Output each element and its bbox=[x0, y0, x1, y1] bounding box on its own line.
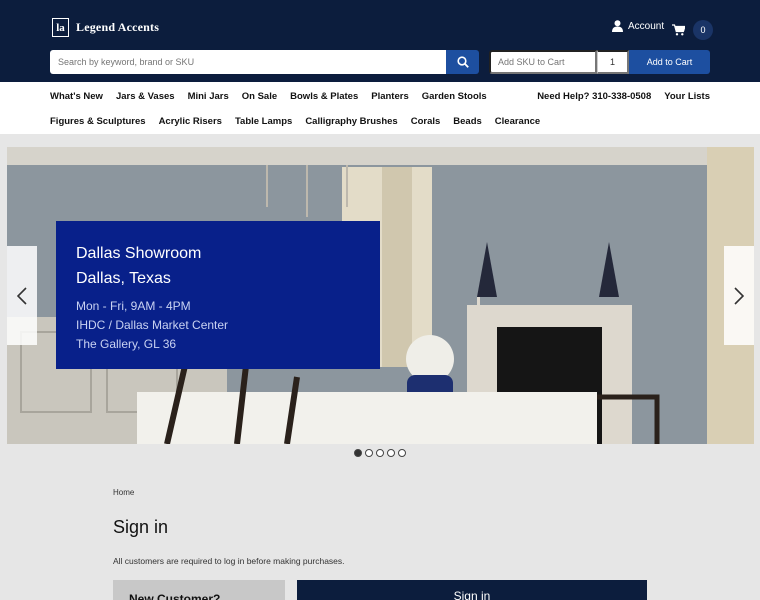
nav-item-whats-new[interactable]: What's New bbox=[50, 91, 103, 102]
carousel-dot-1[interactable] bbox=[354, 449, 362, 457]
nav-item-planters[interactable]: Planters bbox=[371, 91, 409, 102]
user-icon bbox=[612, 20, 623, 32]
category-nav: What's New Jars & Vases Mini Jars On Sal… bbox=[0, 82, 760, 134]
carousel-prev-button[interactable] bbox=[7, 246, 37, 345]
cart-button[interactable]: 0 bbox=[672, 20, 713, 40]
carousel-dot-4[interactable] bbox=[387, 449, 395, 457]
showroom-name: Dallas Showroom bbox=[76, 245, 202, 262]
logo-mark: la bbox=[52, 18, 69, 37]
quantity-input[interactable] bbox=[597, 50, 629, 74]
carousel-dot-3[interactable] bbox=[376, 449, 384, 457]
brand-name: Legend Accents bbox=[76, 20, 160, 34]
nav-row-1: What's New Jars & Vases Mini Jars On Sal… bbox=[50, 91, 487, 102]
chevron-right-icon bbox=[734, 286, 744, 305]
nav-item-on-sale[interactable]: On Sale bbox=[242, 91, 277, 102]
nav-item-beads[interactable]: Beads bbox=[453, 116, 482, 127]
cart-count-badge: 0 bbox=[693, 20, 713, 40]
showroom-location: The Gallery, GL 36 bbox=[76, 337, 177, 351]
help-phone-link[interactable]: Need Help? 310-338-0508 bbox=[537, 91, 651, 102]
sku-input[interactable] bbox=[489, 50, 597, 74]
signin-panel[interactable]: Sign in bbox=[297, 580, 647, 600]
showroom-venue: IHDC / Dallas Market Center bbox=[76, 318, 229, 332]
search-button[interactable] bbox=[446, 50, 479, 74]
cart-icon bbox=[672, 24, 685, 36]
top-header: la Legend Accents Account 0 Add to Cart bbox=[0, 0, 760, 82]
showroom-card: Dallas Showroom Dallas, Texas Mon - Fri,… bbox=[56, 221, 380, 369]
breadcrumb-home[interactable]: Home bbox=[113, 488, 134, 497]
nav-item-clearance[interactable]: Clearance bbox=[495, 116, 540, 127]
nav-item-figures-sculptures[interactable]: Figures & Sculptures bbox=[50, 116, 146, 127]
carousel-dot-2[interactable] bbox=[365, 449, 373, 457]
nav-row-2: Figures & Sculptures Acrylic Risers Tabl… bbox=[50, 116, 540, 127]
nav-item-mini-jars[interactable]: Mini Jars bbox=[188, 91, 229, 102]
nav-item-acrylic-risers[interactable]: Acrylic Risers bbox=[159, 116, 222, 127]
logo[interactable]: la Legend Accents bbox=[52, 18, 159, 37]
search-input[interactable] bbox=[50, 50, 446, 74]
carousel-next-button[interactable] bbox=[724, 246, 754, 345]
carousel-dots bbox=[354, 449, 406, 457]
hero-carousel[interactable]: Dallas Showroom Dallas, Texas Mon - Fri,… bbox=[7, 147, 754, 444]
showroom-city: Dallas, Texas bbox=[76, 270, 171, 287]
nav-item-garden-stools[interactable]: Garden Stools bbox=[422, 91, 487, 102]
add-to-cart-button[interactable]: Add to Cart bbox=[629, 50, 710, 74]
carousel-dot-5[interactable] bbox=[398, 449, 406, 457]
nav-utility: Need Help? 310-338-0508 Your Lists bbox=[537, 91, 710, 102]
nav-item-corals[interactable]: Corals bbox=[411, 116, 441, 127]
signin-heading: Sign in bbox=[453, 589, 491, 600]
your-lists-link[interactable]: Your Lists bbox=[664, 91, 710, 102]
login-notice: All customers are required to log in bef… bbox=[113, 556, 345, 566]
nav-item-calligraphy-brushes[interactable]: Calligraphy Brushes bbox=[305, 116, 397, 127]
search-icon bbox=[456, 56, 469, 68]
account-label: Account bbox=[628, 20, 665, 32]
new-customer-heading: New Customer? bbox=[129, 592, 221, 600]
showroom-hours: Mon - Fri, 9AM - 4PM bbox=[76, 299, 191, 313]
page-title: Sign in bbox=[113, 517, 169, 537]
nav-item-bowls-plates[interactable]: Bowls & Plates bbox=[290, 91, 358, 102]
chevron-left-icon bbox=[17, 286, 27, 305]
new-customer-panel: New Customer? bbox=[113, 580, 285, 600]
nav-item-jars-vases[interactable]: Jars & Vases bbox=[116, 91, 175, 102]
account-link[interactable]: Account bbox=[612, 20, 664, 32]
nav-item-table-lamps[interactable]: Table Lamps bbox=[235, 116, 292, 127]
